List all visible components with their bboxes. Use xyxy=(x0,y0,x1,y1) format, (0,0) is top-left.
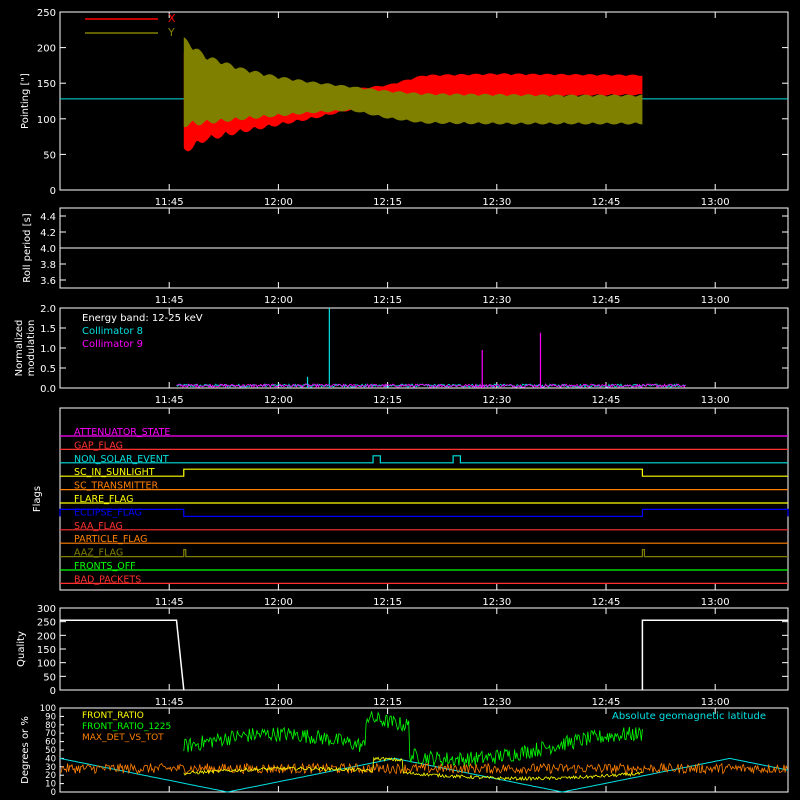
legend-label-Y: Y xyxy=(167,26,175,39)
panel-1-ytick-label: 4.0 xyxy=(40,244,56,255)
legend-label-ratio-0: FRONT_RATIO xyxy=(82,711,144,721)
quality-line xyxy=(641,619,788,690)
panel-3-ylabel: Flags xyxy=(32,486,43,512)
flag-line xyxy=(60,455,788,464)
panel-0-xtick-label: 11:45 xyxy=(155,197,184,208)
panel-4-ytick-label: 150 xyxy=(37,645,56,656)
flag-line xyxy=(60,468,788,477)
panel-2-ytick-label: 0.0 xyxy=(40,384,56,395)
panel-1-ytick-label: 4.2 xyxy=(40,228,56,239)
panel-4-ylabel: Quality xyxy=(16,631,27,667)
panel-0-ytick-label: 250 xyxy=(37,8,56,19)
panel-5-ylabel: Degrees or % xyxy=(20,716,31,784)
panel-1-xtick-label: 13:00 xyxy=(701,295,730,306)
panel-2-ytick-label: 1.5 xyxy=(40,324,56,335)
panel-2-xtick-label: 12:15 xyxy=(373,395,402,406)
legend-label-X: X xyxy=(168,12,176,25)
panel-4-xtick-label: 13:00 xyxy=(701,697,730,708)
panel-1-xtick-label: 12:00 xyxy=(264,295,293,306)
legend-label-collimator-1: Collimator 9 xyxy=(82,339,143,350)
panel-2-ytick-label: 2.0 xyxy=(40,304,56,315)
panel-1-ytick-label: 3.6 xyxy=(40,276,56,287)
degrees-series-0 xyxy=(183,711,643,767)
flag-line xyxy=(60,549,788,558)
panel-4-ytick-label: 200 xyxy=(37,631,56,642)
figure: 11:45 12:00 12:15 12:30 12:45 13:00 0 50 100 150 2… xyxy=(14,8,789,800)
panel-0-xtick-label: 12:45 xyxy=(592,197,621,208)
panel-0-ytick-label: 200 xyxy=(37,44,56,55)
geolat-annotation: Absolute geomagnetic latitude xyxy=(612,711,766,722)
panel-1-ytick-label: 3.8 xyxy=(40,260,56,271)
panel-0-ytick-label: 50 xyxy=(43,150,56,161)
panel-4-xtick-label: 12:00 xyxy=(264,697,293,708)
panel-0-xtick-label: 12:30 xyxy=(482,197,511,208)
panel-3-xtick-label: 13:00 xyxy=(701,597,730,608)
panel-0-ylabel: Pointing ["] xyxy=(20,73,31,129)
panel-4-xtick-label: 12:15 xyxy=(373,697,402,708)
panel-1-xtick-label: 12:15 xyxy=(373,295,402,306)
panel-2-ytick-label: 1.0 xyxy=(40,344,56,355)
panel-2-xtick-label: 13:00 xyxy=(701,395,730,406)
panel-4-xtick-label: 12:45 xyxy=(592,697,621,708)
panel-4-ytick-label: 250 xyxy=(37,618,56,629)
legend-label-ratio-2: MAX_DET_VS_TOT xyxy=(82,733,164,743)
panel-0-xtick-label: 12:00 xyxy=(264,197,293,208)
panel-3-xtick-label: 12:15 xyxy=(373,597,402,608)
panel-3-xtick-label: 12:45 xyxy=(592,597,621,608)
panel-1-xtick-label: 12:45 xyxy=(592,295,621,306)
degrees-series-2 xyxy=(183,756,643,782)
flag-line xyxy=(59,508,789,517)
panel-0-ytick-label: 100 xyxy=(37,115,56,126)
panel-2-xtick-label: 12:30 xyxy=(482,395,511,406)
panel-3-xtick-label: 12:30 xyxy=(482,597,511,608)
modulation-annotation: Energy band: 12-25 keV xyxy=(82,313,203,324)
panel-1-xtick-label: 11:45 xyxy=(155,295,184,306)
panel-4-ytick-label: 0 xyxy=(50,686,56,697)
panel-2-ylabel-2: modulation xyxy=(26,320,37,377)
panel-0-xtick-label: 13:00 xyxy=(701,197,730,208)
panel-3-xtick-label: 12:00 xyxy=(264,597,293,608)
panel-2-ylabel-1: Normalized xyxy=(14,320,25,377)
panel-4-xtick-label: 11:45 xyxy=(155,697,184,708)
panel-3-xtick-label: 11:45 xyxy=(155,597,184,608)
quality-line xyxy=(60,619,185,691)
panel-0-ytick-label: 150 xyxy=(37,79,56,90)
panel-1-xtick-label: 12:30 xyxy=(482,295,511,306)
panel-0-ytick-label: 0 xyxy=(50,186,56,197)
panel-4-xtick-label: 12:30 xyxy=(482,697,511,708)
panel-2-xtick-label: 12:45 xyxy=(592,395,621,406)
legend-label-collimator-0: Collimator 8 xyxy=(82,326,143,337)
panel-0-xtick-label: 12:15 xyxy=(373,197,402,208)
panel-4-ytick-label: 300 xyxy=(37,604,56,615)
legend-label-ratio-1: FRONT_RATIO_1225 xyxy=(82,722,171,732)
panel-4-ytick-label: 100 xyxy=(37,659,56,670)
panel-4-ytick-label: 50 xyxy=(43,672,56,683)
panel-5-ytick-label: 100 xyxy=(40,704,56,714)
panel-2-xtick-label: 11:45 xyxy=(155,395,184,406)
panel-1-ylabel: Roll period [s] xyxy=(22,213,33,282)
panel-2-xtick-label: 12:00 xyxy=(264,395,293,406)
panel-1-ytick-label: 4.4 xyxy=(40,212,56,223)
panel-2-ytick-label: 0.5 xyxy=(40,364,56,375)
